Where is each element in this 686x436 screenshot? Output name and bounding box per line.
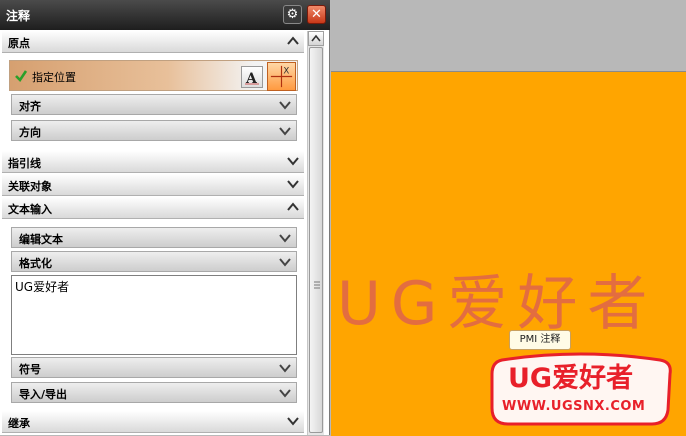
annotation-text-area[interactable]: UG爱好者 [11,275,297,355]
chevron-down-icon[interactable] [278,255,292,269]
origin-orientation-row[interactable]: 方向 [11,120,297,141]
text-origin-tool-button[interactable]: A [241,66,263,88]
dialog-scrollbar[interactable] [307,31,324,435]
symbols-row[interactable]: 符号 [11,357,297,378]
point-constructor-button[interactable]: X [267,62,296,91]
origin-align-label: 对齐 [19,100,41,113]
close-icon[interactable]: ✕ [307,5,326,24]
section-text-input-label: 文本输入 [8,203,52,216]
import-export-row[interactable]: 导入/导出 [11,382,297,403]
chevron-down-icon[interactable] [278,124,292,138]
symbols-label: 符号 [19,363,41,376]
svg-text:A: A [245,71,258,87]
scroll-up-button[interactable] [308,31,324,46]
section-origin-label: 原点 [8,37,30,50]
import-export-label: 导入/导出 [19,388,68,401]
specify-location-label: 指定位置 [32,71,76,84]
section-text-input-header[interactable]: 文本输入 [2,197,304,219]
point-constructor-icon: X [270,65,293,88]
gear-icon[interactable]: ⚙ [283,5,302,24]
dialog-titlebar[interactable]: 注释 ⚙ ✕ [0,0,330,30]
specify-location-row[interactable]: 指定位置 A X [9,60,298,91]
section-inherit-label: 继承 [8,417,30,430]
dialog-title: 注释 [6,9,31,23]
formatting-label: 格式化 [19,257,52,270]
section-leader-header[interactable]: 指引线 [2,151,304,173]
watermark-url: WWW.UGSNX.COM [502,399,646,414]
grip-icon [314,281,320,289]
edit-text-row[interactable]: 编辑文本 [11,227,297,248]
chevron-down-icon[interactable] [286,154,300,168]
annotation-dialog: 注释 ⚙ ✕ 原点 指定位置 A X 对齐 方向 指引线 关联对象 文本输入 编… [0,0,330,435]
watermark-name: UG爱好者 [508,363,634,394]
check-icon [15,70,28,83]
scroll-thumb[interactable] [309,47,323,433]
section-leader-label: 指引线 [8,157,41,170]
edit-text-label: 编辑文本 [19,233,63,246]
section-inherit-header[interactable]: 继承 [2,411,304,433]
formatting-row[interactable]: 格式化 [11,251,297,272]
text-origin-icon: A [245,71,259,87]
chevron-down-icon[interactable] [278,386,292,400]
watermark-logo: UG爱好者 WWW.UGSNX.COM [488,352,672,428]
origin-orientation-label: 方向 [19,126,41,139]
chevron-down-icon[interactable] [278,98,292,112]
chevron-down-icon[interactable] [286,414,300,428]
pmi-annotation-tooltip: PMI 注释 [509,330,571,350]
chevron-down-icon[interactable] [278,361,292,375]
chevron-up-icon[interactable] [286,200,300,214]
chevron-down-icon[interactable] [278,231,292,245]
chevron-up-icon[interactable] [286,34,300,48]
section-associated-label: 关联对象 [8,180,52,193]
viewport-annotation-text[interactable]: UG爱好者 [337,255,657,342]
scroll-up-icon [311,34,321,42]
chevron-down-icon[interactable] [286,177,300,191]
section-origin-header[interactable]: 原点 [2,31,304,53]
section-associated-header[interactable]: 关联对象 [2,174,304,196]
annotation-text-value: UG爱好者 [15,280,70,294]
svg-text:X: X [283,67,289,77]
origin-align-row[interactable]: 对齐 [11,94,297,115]
